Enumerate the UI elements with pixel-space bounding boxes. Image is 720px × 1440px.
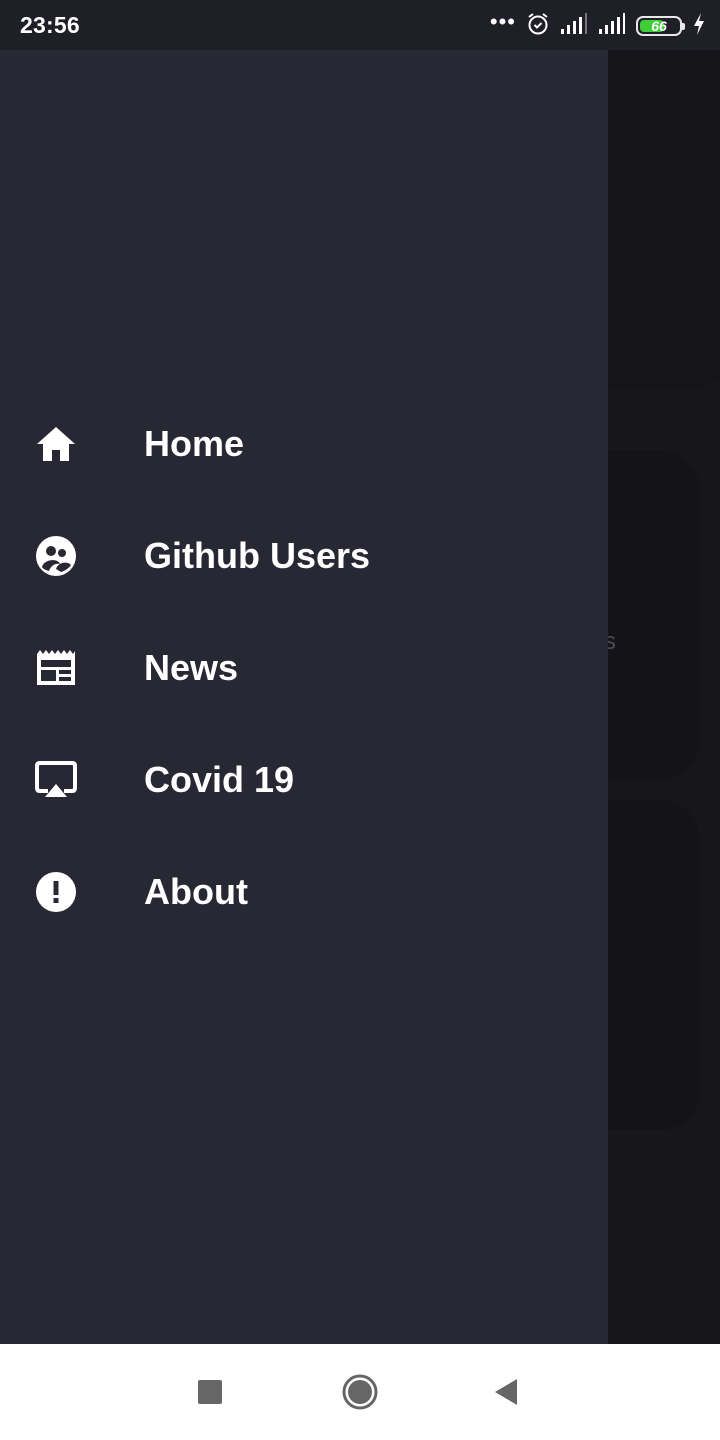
- menu-item-github-users[interactable]: Github Users: [0, 500, 608, 612]
- signal-icon: [598, 12, 626, 40]
- battery-icon: 66: [636, 16, 685, 36]
- status-bar: 23:56 ••• 66: [0, 0, 720, 50]
- status-icons: ••• 66: [489, 9, 706, 41]
- drawer-menu: Home Github Users News Covid 19 About: [0, 388, 608, 948]
- menu-item-label: Covid 19: [144, 759, 295, 800]
- home-icon: [34, 424, 78, 464]
- airplay-icon: [34, 760, 78, 800]
- back-triangle-icon: [495, 1379, 517, 1405]
- home-button[interactable]: [336, 1368, 384, 1416]
- alarm-icon: [526, 12, 550, 41]
- menu-item-label: About: [144, 871, 248, 912]
- battery-level: 66: [651, 18, 667, 34]
- signal-icon: [560, 12, 588, 40]
- alert-icon: [34, 872, 78, 912]
- menu-item-home[interactable]: Home: [0, 388, 608, 500]
- menu-item-news[interactable]: News: [0, 612, 608, 724]
- more-notifications-indicator: •••: [489, 9, 516, 34]
- menu-item-label: Github Users: [144, 535, 371, 576]
- charging-icon: [692, 12, 706, 41]
- system-navigation-bar: [0, 1344, 720, 1440]
- news-icon: [34, 648, 78, 688]
- status-time: 23:56: [20, 12, 80, 38]
- back-button[interactable]: [482, 1368, 530, 1416]
- navigation-drawer: Home Github Users News Covid 19 About: [0, 50, 608, 1344]
- menu-item-covid-19[interactable]: Covid 19: [0, 724, 608, 836]
- users-icon: [34, 536, 78, 576]
- recents-button[interactable]: [186, 1368, 234, 1416]
- menu-item-label: News: [144, 647, 239, 688]
- drawer-header: [0, 50, 608, 380]
- menu-item-label: Home: [144, 423, 245, 464]
- circle-icon: [342, 1374, 378, 1410]
- menu-item-about[interactable]: About: [0, 836, 608, 948]
- square-icon: [198, 1380, 222, 1404]
